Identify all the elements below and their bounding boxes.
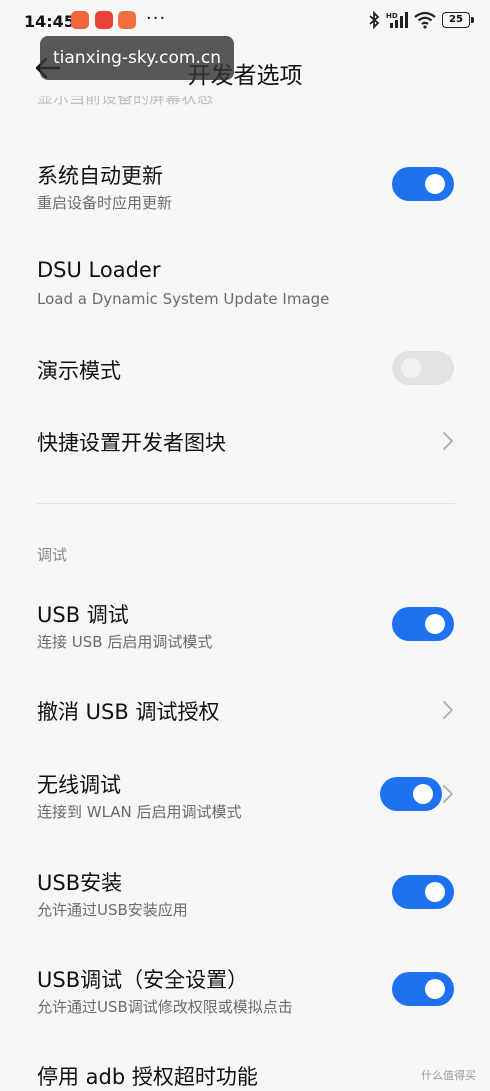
setting-title: USB调试（安全设置） <box>37 968 249 992</box>
watermark-label: tianxing-sky.com.cn <box>40 36 234 80</box>
setting-title: DSU Loader <box>37 258 161 282</box>
battery-icon: 25 <box>442 12 474 28</box>
toggle-knob <box>401 358 421 378</box>
toggle-knob <box>413 784 433 804</box>
setting-title: USB安装 <box>37 871 123 895</box>
wireless-debugging-toggle[interactable] <box>380 777 442 811</box>
status-time: 14:45 <box>24 12 75 31</box>
section-header-debug: 调试 <box>37 546 68 564</box>
demo-mode-toggle <box>392 351 454 385</box>
setting-title: 无线调试 <box>37 773 121 797</box>
notification-app-icon <box>95 11 113 29</box>
chevron-right-icon <box>443 701 453 719</box>
truncated-row-text: 显示当前设备的屏幕状态 <box>37 96 213 110</box>
setting-system-auto-update[interactable]: 系统自动更新 重启设备时应用更新 <box>0 150 490 220</box>
toggle-knob <box>425 979 445 999</box>
toggle-knob <box>425 882 445 902</box>
bluetooth-icon <box>369 11 380 29</box>
setting-title: 演示模式 <box>37 359 121 383</box>
wifi-icon <box>414 11 436 29</box>
toggle-knob <box>425 614 445 634</box>
setting-demo-mode[interactable]: 演示模式 <box>0 348 490 392</box>
setting-quick-tiles[interactable]: 快捷设置开发者图块 <box>0 420 490 464</box>
setting-title: 撤消 USB 调试授权 <box>37 700 220 724</box>
svg-text:HD: HD <box>386 12 398 20</box>
toggle-knob <box>425 174 445 194</box>
chevron-right-icon <box>443 785 453 803</box>
setting-subtitle: Load a Dynamic System Update Image <box>37 290 330 308</box>
system-update-toggle[interactable] <box>392 167 454 201</box>
setting-wireless-debugging[interactable]: 无线调试 连接到 WLAN 后启用调试模式 <box>0 760 490 830</box>
usb-debugging-toggle[interactable] <box>392 607 454 641</box>
setting-usb-debugging-security[interactable]: USB调试（安全设置） 允许通过USB调试修改权限或模拟点击 <box>0 955 490 1025</box>
setting-subtitle: 允许通过USB调试修改权限或模拟点击 <box>37 998 293 1016</box>
setting-subtitle: 重启设备时应用更新 <box>37 194 173 212</box>
setting-subtitle: 允许通过USB安装应用 <box>37 901 188 919</box>
setting-title: 系统自动更新 <box>37 164 163 188</box>
setting-title: USB 调试 <box>37 603 129 627</box>
usb-install-toggle[interactable] <box>392 875 454 909</box>
setting-usb-debugging[interactable]: USB 调试 连接 USB 后启用调试模式 <box>0 590 490 660</box>
corner-watermark: 什么值得买 <box>421 1069 476 1082</box>
setting-usb-install[interactable]: USB安装 允许通过USB安装应用 <box>0 858 490 928</box>
setting-title: 停用 adb 授权超时功能 <box>37 1065 258 1089</box>
notification-app-icon <box>71 11 89 29</box>
setting-title: 快捷设置开发者图块 <box>37 431 226 455</box>
setting-subtitle: 连接到 WLAN 后启用调试模式 <box>37 803 242 821</box>
notification-app-icon <box>118 11 136 29</box>
setting-dsu-loader[interactable]: DSU Loader Load a Dynamic System Update … <box>0 250 490 316</box>
section-divider <box>37 503 455 504</box>
setting-disable-adb-timeout[interactable]: 停用 adb 授权超时功能 <box>0 1055 490 1089</box>
more-notifications-icon: ··· <box>146 8 167 29</box>
setting-revoke-usb-auth[interactable]: 撤消 USB 调试授权 <box>0 688 490 732</box>
chevron-right-icon <box>443 432 453 450</box>
setting-subtitle: 连接 USB 后启用调试模式 <box>37 633 213 651</box>
truncated-text: 显示当前设备的屏幕状态 <box>37 96 214 107</box>
signal-icon: HD <box>386 12 408 28</box>
usb-debugging-security-toggle[interactable] <box>392 972 454 1006</box>
